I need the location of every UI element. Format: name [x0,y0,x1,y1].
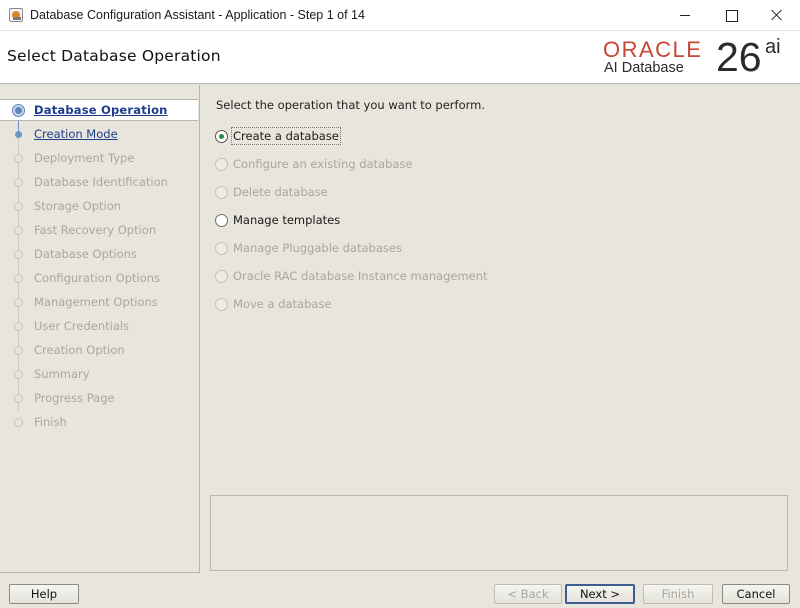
step-label: Summary [34,367,90,381]
radio-selected-icon[interactable] [215,130,228,143]
oracle-logo-version-suffix: ai [765,36,781,58]
step-storage-option: Storage Option [0,195,198,217]
step-label: Deployment Type [34,151,135,165]
step-label: Database Identification [34,175,168,189]
app-icon [9,8,23,22]
step-user-credentials: User Credentials [0,315,198,337]
window-title-bar: Database Configuration Assistant - Appli… [0,0,800,31]
step-dot-icon [14,370,23,379]
option-create-database[interactable]: Create a database [215,127,575,147]
step-creation-option: Creation Option [0,339,198,361]
step-dot-icon [14,298,23,307]
step-label: Database Options [34,247,137,261]
option-manage-templates[interactable]: Manage templates [215,211,575,231]
help-button[interactable]: Help [9,584,79,604]
step-label: Database Operation [34,103,168,117]
step-finish: Finish [0,411,198,433]
step-label: Management Options [34,295,158,309]
step-dot-icon [14,202,23,211]
option-label[interactable]: Manage templates [233,213,340,227]
option-delete-database: Delete database [215,183,575,203]
maximize-icon[interactable] [708,0,754,31]
step-summary: Summary [0,363,198,385]
step-current-dot-icon [12,104,25,117]
step-label: Finish [34,415,67,429]
step-configuration-options: Configuration Options [0,267,198,289]
option-rac-instance-management: Oracle RAC database Instance management [215,267,575,287]
step-label: Creation Option [34,343,125,357]
step-label: Configuration Options [34,271,161,285]
radio-icon [215,158,228,171]
minimize-icon[interactable] [662,0,708,31]
step-dot-icon [14,322,23,331]
page-title: Select Database Operation [7,47,221,65]
option-label: Delete database [233,185,328,199]
step-label: Fast Recovery Option [34,223,157,237]
step-label: Progress Page [34,391,115,405]
header-banner: Select Database Operation ORACLE AI Data… [0,31,800,84]
finish-button: Finish [643,584,713,604]
step-creation-mode[interactable]: Creation Mode [0,123,198,145]
message-area [210,495,788,571]
close-icon[interactable] [754,0,800,31]
cancel-button[interactable]: Cancel [722,584,790,604]
option-label: Manage Pluggable databases [233,241,402,255]
step-database-options: Database Options [0,243,198,265]
step-dot-icon [14,226,23,235]
step-dot-icon [14,346,23,355]
step-dot-icon [14,394,23,403]
step-label: Creation Mode [34,127,118,141]
next-button[interactable]: Next > [565,584,635,604]
radio-icon[interactable] [215,214,228,227]
option-configure-existing-database: Configure an existing database [215,155,575,175]
step-label: Storage Option [34,199,122,213]
window-title: Database Configuration Assistant - Appli… [30,8,365,22]
option-label: Oracle RAC database Instance management [233,269,488,283]
step-progress-page: Progress Page [0,387,198,409]
radio-icon [215,270,228,283]
steps-panel: Database Operation Creation Mode Deploym… [0,85,200,573]
option-label: Move a database [233,297,332,311]
step-database-identification: Database Identification [0,171,198,193]
option-manage-pluggable-databases: Manage Pluggable databases [215,239,575,259]
radio-icon [215,298,228,311]
option-label[interactable]: Create a database [231,127,341,145]
back-button: < Back [494,584,562,604]
option-label: Configure an existing database [233,157,413,171]
main-content: Select the operation that you want to pe… [201,85,800,573]
step-deployment-type: Deployment Type [0,147,198,169]
step-dot-icon [14,274,23,283]
step-database-operation[interactable]: Database Operation [0,99,198,121]
oracle-logo-product: AI Database [604,60,684,76]
step-dot-icon [14,154,23,163]
step-dot-icon [14,250,23,259]
instruction-text: Select the operation that you want to pe… [216,98,486,112]
option-move-database: Move a database [215,295,575,315]
step-management-options: Management Options [0,291,198,313]
oracle-logo-version: 26 [716,34,762,80]
step-fast-recovery-option: Fast Recovery Option [0,219,198,241]
step-dot-icon [14,418,23,427]
radio-icon [215,242,228,255]
step-label: User Credentials [34,319,130,333]
step-dot-icon [14,178,23,187]
radio-icon [215,186,228,199]
step-dot-icon [15,131,22,138]
